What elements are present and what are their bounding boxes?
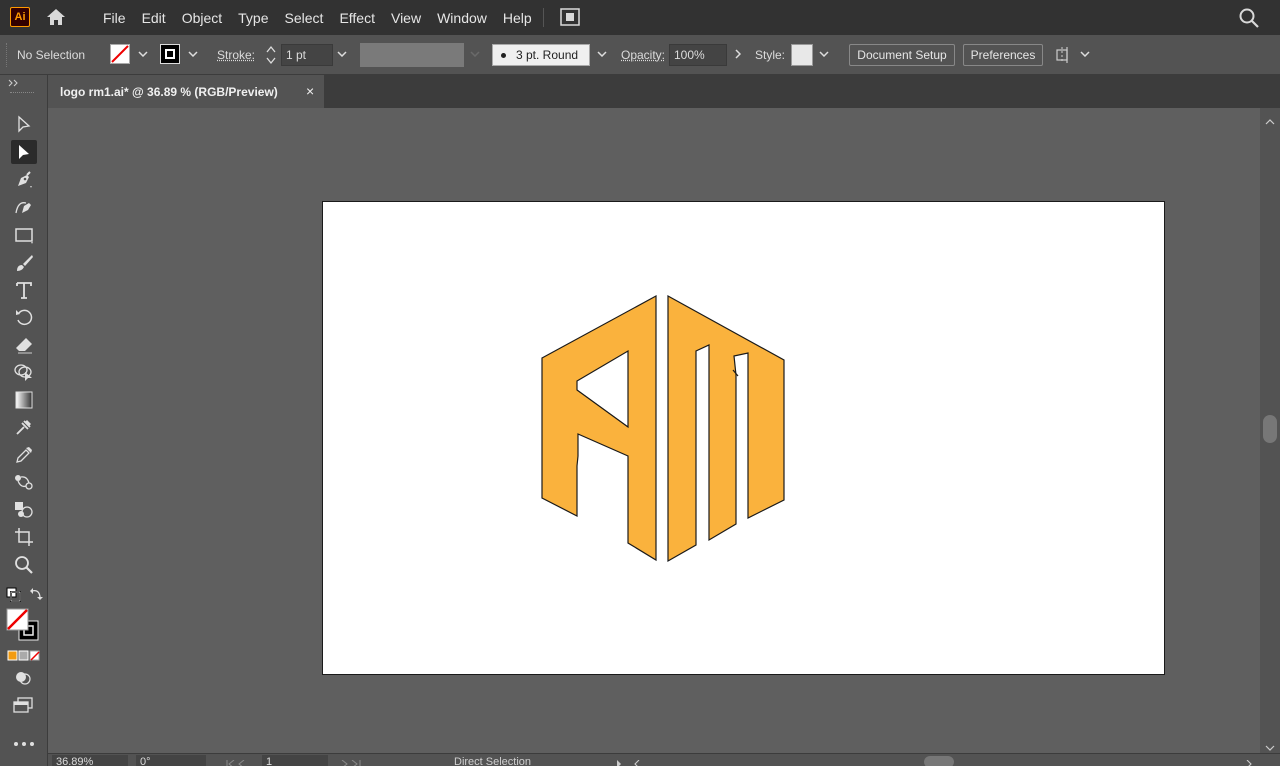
app-logo: Ai bbox=[10, 7, 30, 27]
eyedropper-tool-icon[interactable] bbox=[11, 443, 37, 467]
scroll-right-icon[interactable] bbox=[1246, 757, 1252, 766]
artboard-prev-icons[interactable] bbox=[226, 757, 254, 766]
eraser-tool-icon[interactable] bbox=[11, 333, 37, 357]
curvature-tool-icon[interactable] bbox=[11, 195, 37, 219]
stroke-dropdown-icon[interactable] bbox=[186, 45, 200, 63]
brush-dot-icon bbox=[501, 52, 506, 58]
rectangle-tool-icon[interactable] bbox=[11, 223, 37, 247]
vertical-scrollbar[interactable] bbox=[1260, 108, 1280, 753]
scroll-down-icon[interactable] bbox=[1265, 740, 1275, 751]
control-bar-menu-icon[interactable] bbox=[1078, 45, 1092, 63]
opacity-field[interactable]: 100% bbox=[669, 44, 727, 66]
brush-definition-label: 3 pt. Round bbox=[516, 48, 579, 62]
status-menu-icon[interactable] bbox=[616, 757, 622, 766]
screen-mode-icon[interactable] bbox=[12, 697, 34, 713]
current-tool-status: Direct Selection bbox=[454, 756, 532, 766]
search-icon[interactable] bbox=[1238, 7, 1260, 29]
control-bar-grip[interactable] bbox=[6, 43, 9, 67]
style-dropdown-icon[interactable] bbox=[817, 45, 831, 63]
menu-window[interactable]: Window bbox=[437, 10, 487, 26]
scroll-up-icon[interactable] bbox=[1265, 114, 1275, 125]
opacity-expand-icon[interactable] bbox=[731, 45, 745, 63]
collapse-panel-icon[interactable] bbox=[8, 77, 20, 87]
variable-width-profile[interactable] bbox=[360, 43, 464, 67]
home-icon[interactable] bbox=[45, 7, 67, 27]
mesh-tool-icon[interactable] bbox=[11, 415, 37, 439]
stroke-weight-dropdown-icon[interactable] bbox=[335, 45, 349, 63]
artboard-number-field[interactable]: 1 bbox=[262, 755, 328, 766]
menu-list: File Edit Object Type Select Effect View… bbox=[103, 0, 548, 35]
color-gradient-none-icons[interactable] bbox=[7, 650, 41, 662]
paintbrush-tool-icon[interactable] bbox=[11, 251, 37, 275]
rotation-field[interactable]: 0° bbox=[136, 755, 206, 766]
fill-stroke-indicator[interactable] bbox=[6, 608, 40, 642]
tools-panel bbox=[0, 75, 48, 766]
pen-tool-icon[interactable] bbox=[11, 168, 37, 192]
artboard-tool-icon[interactable] bbox=[11, 525, 37, 549]
edit-toolbar-icon[interactable] bbox=[13, 737, 35, 746]
preferences-button[interactable]: Preferences bbox=[963, 44, 1043, 66]
document-tab-title: logo rm1.ai* @ 36.89 % (RGB/Preview) bbox=[60, 84, 278, 99]
canvas-area[interactable] bbox=[48, 108, 1260, 753]
control-bar: No Selection Stroke: 1 pt 3 pt. Round Op… bbox=[0, 35, 1280, 75]
brush-definition[interactable]: 3 pt. Round bbox=[492, 44, 590, 66]
zoom-tool-icon[interactable] bbox=[11, 553, 37, 577]
variable-width-dropdown-icon[interactable] bbox=[468, 45, 482, 63]
menu-bar: Ai File Edit Object Type Select Effect V… bbox=[0, 0, 1280, 35]
shape-builder-tool-icon[interactable] bbox=[11, 360, 37, 384]
stroke-label[interactable]: Stroke: bbox=[217, 48, 255, 62]
style-label: Style: bbox=[755, 48, 786, 62]
menu-edit[interactable]: Edit bbox=[142, 10, 166, 26]
document-tab-bar: logo rm1.ai* @ 36.89 % (RGB/Preview) × bbox=[48, 75, 1280, 108]
stroke-swatch[interactable] bbox=[160, 44, 180, 64]
menu-select[interactable]: Select bbox=[285, 10, 324, 26]
logo-letter-m bbox=[667, 294, 785, 563]
document-tab[interactable]: logo rm1.ai* @ 36.89 % (RGB/Preview) × bbox=[48, 75, 324, 108]
menu-help[interactable]: Help bbox=[503, 10, 532, 26]
artboard-next-icons[interactable] bbox=[340, 757, 368, 766]
zoom-level-field[interactable]: 36.89% bbox=[52, 755, 128, 766]
tools-panel-grip[interactable] bbox=[10, 92, 34, 96]
blend-tool-icon[interactable] bbox=[11, 470, 37, 494]
graphic-style-swatch[interactable] bbox=[791, 44, 813, 66]
menu-object[interactable]: Object bbox=[182, 10, 222, 26]
direct-selection-tool-icon[interactable] bbox=[11, 140, 37, 164]
align-options-icon[interactable] bbox=[1054, 45, 1074, 65]
rm-logo[interactable] bbox=[323, 202, 1164, 674]
brush-dropdown-icon[interactable] bbox=[595, 45, 609, 63]
opacity-label[interactable]: Opacity: bbox=[621, 48, 665, 62]
selection-tool-icon[interactable] bbox=[11, 112, 37, 136]
default-fill-stroke-icon[interactable] bbox=[6, 587, 22, 603]
swap-fill-stroke-icon[interactable] bbox=[29, 587, 43, 601]
stroke-stepper-icon[interactable] bbox=[264, 43, 278, 67]
status-bar: 36.89% 0° 1 Direct Selection bbox=[48, 753, 1280, 766]
gradient-tool-icon[interactable] bbox=[11, 388, 37, 412]
arrange-documents-icon[interactable] bbox=[560, 8, 580, 26]
artboard[interactable] bbox=[322, 201, 1165, 675]
menu-file[interactable]: File bbox=[103, 10, 126, 26]
menu-effect[interactable]: Effect bbox=[339, 10, 375, 26]
vertical-scroll-thumb[interactable] bbox=[1263, 415, 1277, 443]
scroll-left-icon[interactable] bbox=[634, 757, 640, 766]
fill-dropdown-icon[interactable] bbox=[136, 45, 150, 63]
rotate-tool-icon[interactable] bbox=[11, 305, 37, 329]
fill-swatch[interactable] bbox=[110, 44, 130, 64]
symbol-sprayer-tool-icon[interactable] bbox=[11, 498, 37, 522]
menu-divider bbox=[543, 8, 544, 27]
drawing-mode-icon[interactable] bbox=[14, 670, 32, 686]
selection-status: No Selection bbox=[17, 48, 86, 62]
document-setup-button[interactable]: Document Setup bbox=[849, 44, 955, 66]
close-tab-icon[interactable]: × bbox=[306, 83, 314, 99]
stroke-weight-field[interactable]: 1 pt bbox=[281, 44, 333, 66]
menu-view[interactable]: View bbox=[391, 10, 421, 26]
logo-letter-r bbox=[541, 294, 657, 562]
horizontal-scroll-thumb[interactable] bbox=[924, 756, 954, 766]
type-tool-icon[interactable] bbox=[11, 278, 37, 302]
menu-type[interactable]: Type bbox=[238, 10, 268, 26]
